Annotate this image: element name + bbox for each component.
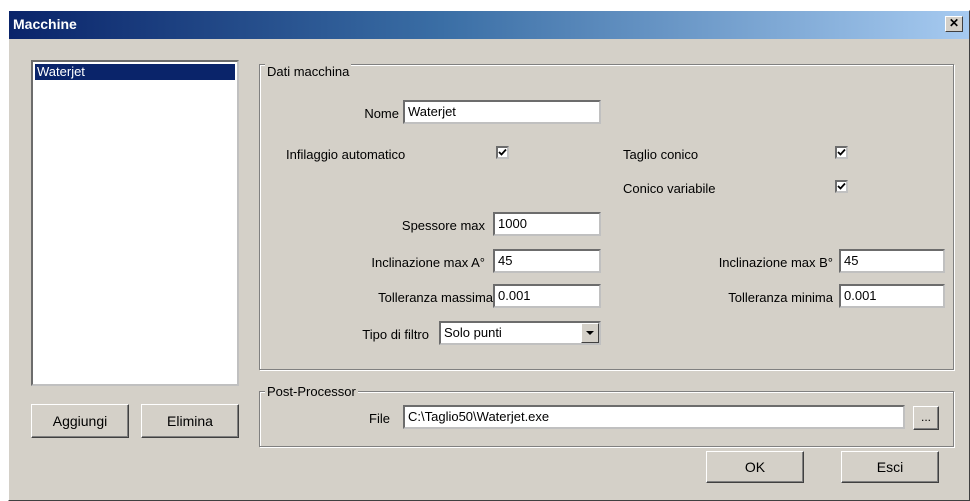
name-label: Nome [364, 106, 399, 121]
conical-cut-label: Taglio conico [623, 147, 699, 162]
ok-button[interactable]: OK [706, 451, 804, 483]
auto-threading-label: Infilaggio automatico [286, 147, 406, 162]
browse-button[interactable]: ... [913, 406, 939, 430]
machine-data-legend: Dati macchina [265, 64, 352, 79]
title-bar[interactable]: Macchine ✕ [9, 11, 969, 39]
filter-type-label: Tipo di filtro [362, 327, 429, 342]
auto-threading-checkbox[interactable] [496, 146, 509, 159]
add-button[interactable]: Aggiungi [31, 404, 129, 438]
filter-type-select[interactable]: Solo punti [439, 321, 601, 345]
max-inclination-a-field[interactable]: 45 [493, 249, 601, 273]
chevron-down-icon [586, 331, 594, 335]
name-field[interactable]: Waterjet [403, 100, 601, 124]
min-tolerance-label: Tolleranza minima [728, 290, 833, 305]
machines-dialog: Macchine ✕ Waterjet Aggiungi Elimina Dat… [8, 10, 970, 501]
file-label: File [369, 411, 390, 426]
max-tolerance-label: Tolleranza massima [378, 290, 493, 305]
variable-conical-checkbox[interactable] [835, 180, 848, 193]
min-tolerance-field[interactable]: 0.001 [839, 284, 945, 308]
dropdown-arrow-button[interactable] [581, 323, 599, 343]
variable-conical-label: Conico variabile [623, 181, 716, 196]
close-button[interactable]: ✕ [945, 16, 963, 32]
checkmark-icon [498, 148, 507, 156]
max-inclination-b-label: Inclinazione max B° [718, 255, 833, 270]
close-icon: ✕ [948, 16, 960, 30]
checkmark-icon [837, 148, 846, 156]
filter-type-value: Solo punti [444, 325, 502, 340]
machines-listbox[interactable]: Waterjet [31, 60, 239, 386]
checkmark-icon [837, 182, 846, 190]
max-inclination-a-label: Inclinazione max A° [371, 255, 485, 270]
delete-button[interactable]: Elimina [141, 404, 239, 438]
list-item-waterjet[interactable]: Waterjet [35, 64, 235, 80]
post-processor-legend: Post-Processor [265, 384, 358, 399]
max-thickness-label: Spessore max [401, 218, 485, 233]
max-tolerance-field[interactable]: 0.001 [493, 284, 601, 308]
conical-cut-checkbox[interactable] [835, 146, 848, 159]
file-path-field[interactable]: C:\Taglio50\Waterjet.exe [403, 405, 905, 429]
max-thickness-field[interactable]: 1000 [493, 212, 601, 236]
window-title: Macchine [13, 16, 77, 32]
exit-button[interactable]: Esci [841, 451, 939, 483]
max-inclination-b-field[interactable]: 45 [839, 249, 945, 273]
